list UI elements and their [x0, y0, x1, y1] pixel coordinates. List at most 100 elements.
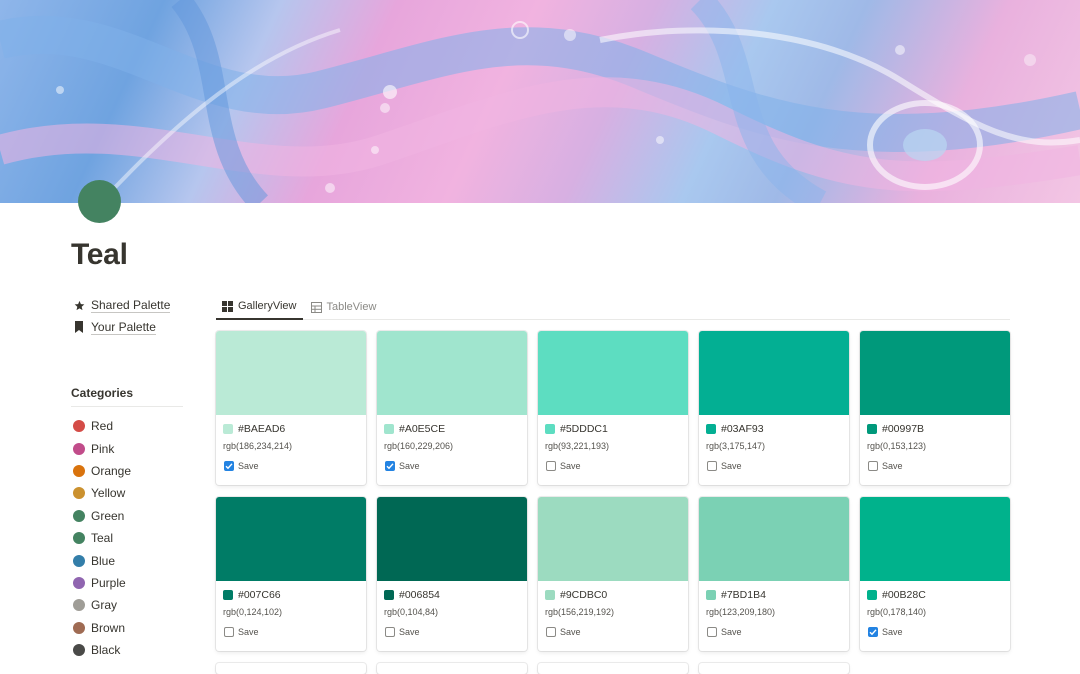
color-rgb: rgb(156,219,192)	[545, 607, 615, 617]
color-chip	[384, 590, 394, 600]
category-label: Teal	[91, 531, 114, 546]
cover-marble-pattern	[0, 0, 1080, 203]
color-hex: #9CDBC0	[560, 589, 608, 601]
category-dot	[73, 420, 85, 433]
save-toggle[interactable]: Save	[707, 626, 849, 638]
category-label: Blue	[91, 553, 116, 568]
category-dot	[73, 644, 85, 657]
save-toggle[interactable]: Save	[868, 460, 1010, 472]
color-card[interactable]	[538, 663, 688, 674]
save-checkbox[interactable]	[546, 627, 556, 637]
category-label: Black	[91, 643, 121, 658]
category-gray[interactable]: Gray	[73, 594, 131, 616]
save-checkbox[interactable]	[868, 461, 878, 471]
color-card[interactable]: #00B28C rgb(0,178,140) Save	[860, 497, 1010, 651]
save-toggle[interactable]: Save	[546, 626, 688, 638]
save-checkbox[interactable]	[224, 627, 234, 637]
color-card[interactable]: #00997B rgb(0,153,123) Save	[860, 331, 1010, 485]
save-toggle[interactable]: Save	[224, 460, 366, 472]
color-card[interactable]	[377, 663, 527, 674]
category-purple[interactable]: Purple	[73, 572, 131, 594]
category-label: Purple	[91, 575, 126, 590]
tab-gallery-view[interactable]: GalleryView	[216, 294, 303, 320]
category-black[interactable]: Black	[73, 639, 131, 661]
color-chip	[867, 424, 877, 434]
color-swatch	[860, 331, 1010, 415]
save-label: Save	[399, 627, 420, 637]
category-dot	[73, 464, 85, 477]
category-dot	[73, 487, 85, 500]
category-teal[interactable]: Teal	[73, 527, 131, 549]
color-card[interactable]: #9CDBC0 rgb(156,219,192) Save	[538, 497, 688, 651]
category-brown[interactable]: Brown	[73, 617, 131, 639]
sidebar-links: Shared Palette Your Palette	[72, 294, 171, 338]
save-toggle[interactable]: Save	[385, 626, 527, 638]
star-icon	[72, 298, 86, 312]
save-checkbox[interactable]	[707, 627, 717, 637]
save-checkbox[interactable]	[707, 461, 717, 471]
checkmark-icon	[386, 463, 394, 470]
category-label: Green	[91, 508, 125, 523]
category-dot	[73, 576, 85, 589]
save-label: Save	[721, 461, 742, 471]
color-chip	[223, 590, 233, 600]
category-dot	[73, 442, 85, 455]
gallery-grid-icon	[222, 300, 233, 312]
color-swatch	[699, 331, 849, 415]
save-checkbox[interactable]	[385, 461, 395, 471]
save-label: Save	[882, 627, 903, 637]
save-label: Save	[882, 461, 903, 471]
color-card[interactable]: #006854 rgb(0,104,84) Save	[377, 497, 527, 651]
save-label: Save	[560, 461, 581, 471]
category-dot	[73, 509, 85, 522]
tab-label: GalleryView	[238, 300, 297, 312]
color-hex-row: #006854	[384, 588, 527, 602]
page-title: Teal	[71, 238, 128, 271]
category-pink[interactable]: Pink	[73, 437, 131, 459]
sidebar-link-label: Shared Palette	[91, 297, 171, 313]
color-card[interactable]: #BAEAD6 rgb(186,234,214) Save	[216, 331, 366, 485]
color-chip	[384, 424, 394, 434]
color-card[interactable]	[699, 663, 849, 674]
category-label: Brown	[91, 620, 126, 635]
sidebar-link-label: Your Palette	[91, 319, 156, 335]
sidebar-link-your-palette[interactable]: Your Palette	[72, 316, 170, 338]
color-card[interactable]: #5DDDC1 rgb(93,221,193) Save	[538, 331, 688, 485]
category-green[interactable]: Green	[73, 505, 131, 527]
category-label: Red	[91, 419, 114, 434]
color-card[interactable]: #007C66 rgb(0,124,102) Save	[216, 497, 366, 651]
sidebar-link-shared-palette[interactable]: Shared Palette	[72, 294, 171, 316]
save-toggle[interactable]: Save	[224, 626, 366, 638]
save-checkbox[interactable]	[385, 627, 395, 637]
save-toggle[interactable]: Save	[868, 626, 1010, 638]
color-chip	[545, 424, 555, 434]
color-swatch	[377, 497, 527, 581]
save-label: Save	[560, 627, 581, 637]
save-checkbox[interactable]	[224, 461, 234, 471]
color-hex: #03AF93	[721, 423, 764, 435]
save-label: Save	[399, 461, 420, 471]
tab-table-view[interactable]: TableView	[305, 294, 383, 320]
category-label: Orange	[91, 463, 132, 478]
save-label: Save	[238, 461, 259, 471]
color-hex: #A0E5CE	[399, 423, 446, 435]
color-rgb: rgb(0,153,123)	[867, 441, 927, 451]
color-card[interactable]	[216, 663, 366, 674]
category-yellow[interactable]: Yellow	[73, 482, 131, 504]
save-toggle[interactable]: Save	[707, 460, 849, 472]
save-toggle[interactable]: Save	[546, 460, 688, 472]
category-blue[interactable]: Blue	[73, 549, 131, 571]
save-checkbox[interactable]	[868, 627, 878, 637]
color-card[interactable]: #03AF93 rgb(3,175,147) Save	[699, 331, 849, 485]
save-toggle[interactable]: Save	[385, 460, 527, 472]
color-hex-row: #00B28C	[867, 588, 1010, 602]
color-card[interactable]: #A0E5CE rgb(160,229,206) Save	[377, 331, 527, 485]
category-orange[interactable]: Orange	[73, 460, 131, 482]
color-hex: #BAEAD6	[238, 423, 286, 435]
page-icon[interactable]	[78, 180, 121, 223]
category-red[interactable]: Red	[73, 415, 131, 437]
category-label: Yellow	[91, 486, 126, 501]
category-label: Gray	[91, 598, 118, 613]
save-checkbox[interactable]	[546, 461, 556, 471]
color-card[interactable]: #7BD1B4 rgb(123,209,180) Save	[699, 497, 849, 651]
